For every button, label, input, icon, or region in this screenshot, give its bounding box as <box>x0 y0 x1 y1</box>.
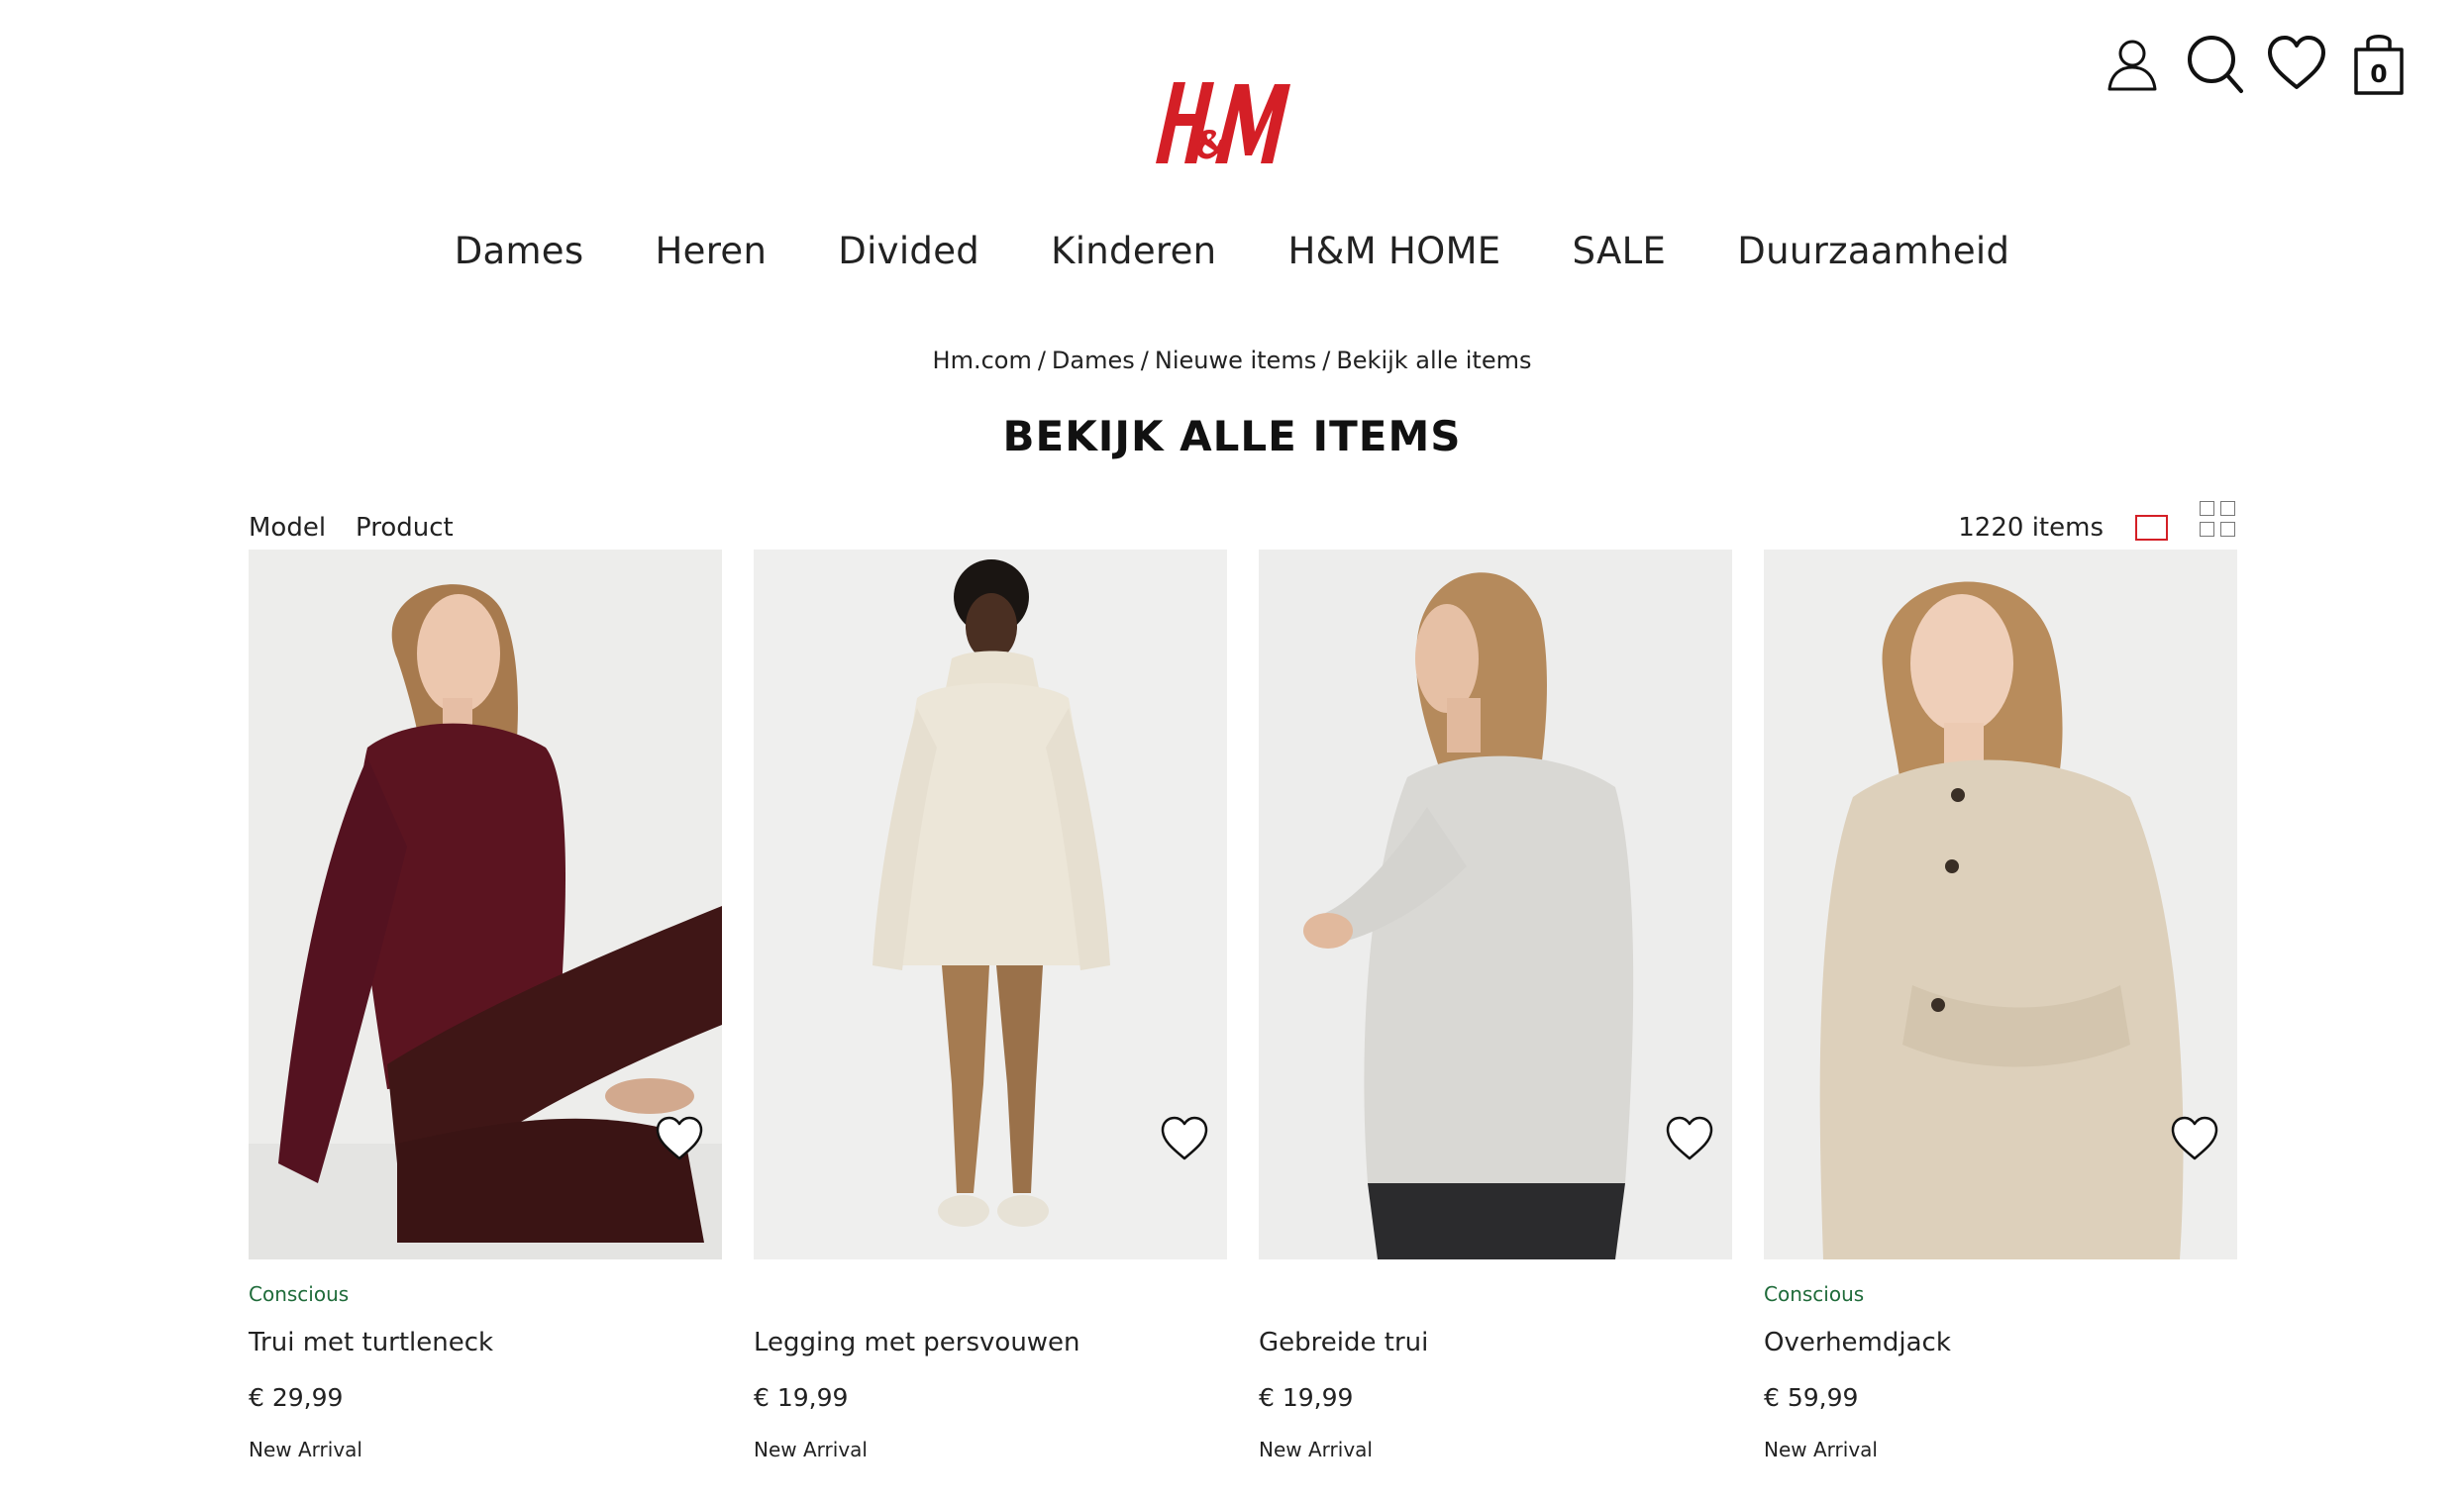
product-price: € 19,99 <box>1259 1383 1354 1412</box>
search-icon <box>2188 36 2243 93</box>
favorite-heart-icon[interactable] <box>1662 1112 1717 1167</box>
hm-logo-graphic <box>1156 82 1290 163</box>
product-name[interactable]: Gebreide trui <box>1259 1328 1428 1357</box>
model-image-toggle[interactable]: Model <box>249 513 326 543</box>
account-button[interactable] <box>2098 30 2167 99</box>
product-price: € 59,99 <box>1764 1383 1859 1412</box>
product-name[interactable]: Legging met persvouwen <box>754 1328 1080 1357</box>
product-image-toggle[interactable]: Product <box>356 513 454 543</box>
product-price: € 29,99 <box>249 1383 344 1412</box>
nav-item-sale[interactable]: SALE <box>1573 230 1667 272</box>
bag-count: 0 <box>2370 59 2388 88</box>
breadcrumb-separator: / <box>1322 347 1331 374</box>
breadcrumb-bekijk-alle-items[interactable]: Bekijk alle items <box>1336 347 1531 374</box>
nav-item-duurzaamheid[interactable]: Duurzaamheid <box>1737 230 2009 272</box>
product-name[interactable]: Overhemdjack <box>1764 1328 1951 1357</box>
main-navigation: Dames Heren Divided Kinderen H&M HOME SA… <box>0 230 2464 289</box>
product-marker: New Arrival <box>1764 1438 1878 1461</box>
product-tag: Conscious <box>249 1282 350 1306</box>
grid-view-icon[interactable] <box>2200 501 2237 539</box>
user-icon <box>2107 40 2157 91</box>
shopping-bag-button[interactable]: 0 <box>2344 30 2413 99</box>
product-marker: New Arrival <box>754 1438 868 1461</box>
breadcrumb-nieuwe-items[interactable]: Nieuwe items <box>1155 347 1316 374</box>
site-header: 0 Dames Heren Divided Kinderen H&M HOME … <box>0 0 2464 356</box>
nav-item-heren[interactable]: Heren <box>656 230 768 272</box>
breadcrumb-dames[interactable]: Dames <box>1052 347 1135 374</box>
favorite-heart-icon[interactable] <box>1157 1112 1212 1167</box>
product-tag: Conscious <box>1764 1282 1865 1306</box>
single-view-icon[interactable] <box>2135 515 2168 541</box>
breadcrumb-separator: / <box>1037 347 1046 374</box>
product-card[interactable]: Legging met persvouwen € 19,99 New Arriv… <box>754 550 1227 1480</box>
page-title: BEKIJK ALLE ITEMS <box>1002 412 1462 460</box>
product-grid: Conscious Trui met turtleneck € 29,99 Ne… <box>249 550 2237 1480</box>
items-count: 1220 items <box>1958 513 2104 543</box>
product-marker: New Arrival <box>249 1438 362 1461</box>
breadcrumb-hm-com[interactable]: Hm.com <box>933 347 1032 374</box>
search-button[interactable] <box>2180 30 2249 99</box>
product-card[interactable]: Conscious Trui met turtleneck € 29,99 Ne… <box>249 550 722 1480</box>
product-marker: New Arrival <box>1259 1438 1373 1461</box>
breadcrumb: Hm.com / Dames / Nieuwe items / Bekijk alle it… <box>0 347 2464 374</box>
hm-logo[interactable] <box>1152 64 1302 173</box>
product-card[interactable]: Conscious Overhemdjack € 59,99 New Arriv… <box>1764 550 2237 1480</box>
product-name[interactable]: Trui met turtleneck <box>249 1328 493 1357</box>
nav-item-divided[interactable]: Divided <box>838 230 979 272</box>
nav-item-kinderen[interactable]: Kinderen <box>1051 230 1216 272</box>
product-price: € 19,99 <box>754 1383 849 1412</box>
favorite-heart-icon[interactable] <box>2167 1112 2222 1167</box>
product-card[interactable]: Gebreide trui € 19,99 New Arrival <box>1259 550 1732 1480</box>
favorite-heart-icon[interactable] <box>652 1112 707 1167</box>
nav-item-dames[interactable]: Dames <box>455 230 584 272</box>
breadcrumb-separator: / <box>1140 347 1149 374</box>
header-utilities: 0 <box>2098 30 2464 109</box>
heart-icon <box>2268 36 2325 89</box>
favourites-button[interactable] <box>2262 30 2331 99</box>
nav-item-hm-home[interactable]: H&M HOME <box>1287 230 1500 272</box>
